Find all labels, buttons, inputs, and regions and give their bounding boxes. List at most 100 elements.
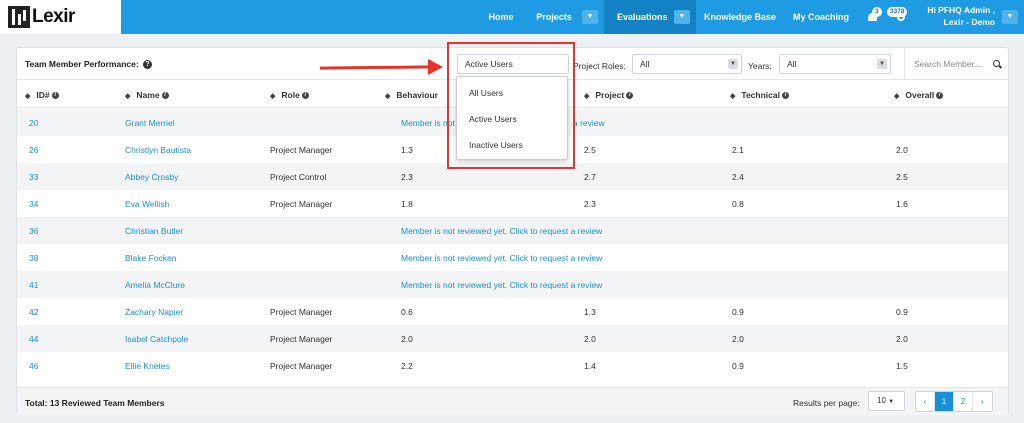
sort-icon: ◆ xyxy=(125,93,131,100)
request-review-link[interactable]: Member is not reviewed yet. Click to req… xyxy=(401,226,602,236)
technical-score: 2.4 xyxy=(732,172,744,182)
request-review-link-tail[interactable]: a review xyxy=(573,118,605,128)
technical-score: 0.8 xyxy=(732,199,744,209)
project-score: 2.7 xyxy=(584,172,596,182)
column-header-technical[interactable]: ◆ Technical i xyxy=(730,90,789,100)
search-placeholder: Search Member... xyxy=(914,59,982,69)
projects-chevron-down-icon[interactable]: ▼ xyxy=(582,10,598,24)
project-roles-label: Project Roles: xyxy=(573,61,626,71)
evaluations-chevron-down-icon[interactable]: ▼ xyxy=(674,10,690,24)
results-per-page-select[interactable]: 10 ▼ xyxy=(868,391,905,411)
info-icon: i xyxy=(936,92,944,100)
info-icon: i xyxy=(51,92,59,100)
panel-title-text: Team Member Performance: xyxy=(25,59,139,69)
member-name-link[interactable]: Christlyn Bautista xyxy=(125,145,191,155)
member-role: Project Manager xyxy=(270,145,333,155)
column-header-behaviour[interactable]: ◆ Behaviour xyxy=(385,90,438,100)
member-id-link[interactable]: 34 xyxy=(29,199,38,209)
column-header-behaviour-label: Behaviour xyxy=(396,90,438,100)
lexir-logo[interactable]: Lexir xyxy=(0,0,121,34)
info-icon: i xyxy=(301,92,309,100)
settings-icon[interactable] xyxy=(897,13,905,21)
search-member-input[interactable]: Search Member... xyxy=(904,48,1008,79)
member-id-link[interactable]: 46 xyxy=(29,361,38,371)
prev-page-chevron-left-icon[interactable]: ‹ xyxy=(916,392,935,411)
logo-text: Lexir xyxy=(32,6,75,27)
sort-icon: ◆ xyxy=(25,93,31,100)
table-row: 34 Eva Wellish Project Manager 1.8 2.3 0… xyxy=(17,190,1008,217)
nav-my-coaching[interactable]: My Coaching xyxy=(786,0,856,34)
info-icon: i xyxy=(626,92,634,100)
years-label: Years: xyxy=(748,61,772,71)
member-id-link[interactable]: 44 xyxy=(29,334,38,344)
search-icon[interactable] xyxy=(993,60,1000,67)
member-id-link[interactable]: 33 xyxy=(29,172,38,182)
member-id-link[interactable]: 26 xyxy=(29,145,38,155)
request-review-link[interactable]: Member is not reviewed yet. Click to req… xyxy=(401,280,602,290)
overall-score: 0.9 xyxy=(896,307,908,317)
member-name-link[interactable]: Eva Wellish xyxy=(125,199,169,209)
user-greeting[interactable]: Hi PFHQ Admin , Lexir - Demo xyxy=(915,4,995,28)
member-name-link[interactable]: Zachary Napier xyxy=(125,307,183,317)
member-id-link[interactable]: 20 xyxy=(29,118,38,128)
member-name-link[interactable]: Ellie Knetes xyxy=(125,361,170,371)
page-1-button[interactable]: 1 xyxy=(935,392,954,411)
project-score: 2.5 xyxy=(584,145,596,155)
project-score: 2.0 xyxy=(584,334,596,344)
member-id-link[interactable]: 38 xyxy=(29,253,38,263)
nav-projects[interactable]: Projects xyxy=(530,0,578,34)
table-row: 44 Isabel Catchpole Project Manager 2.0 … xyxy=(17,325,1008,352)
nav-knowledge-base[interactable]: Knowledge Base xyxy=(700,0,780,34)
page-2-button[interactable]: 2 xyxy=(954,392,973,411)
technical-score: 2.0 xyxy=(732,334,744,344)
behaviour-score: 0.6 xyxy=(401,307,413,317)
column-header-project[interactable]: ◆ Project i xyxy=(584,90,634,100)
member-name-link[interactable]: Christian Butler xyxy=(125,226,183,236)
member-name-link[interactable]: Abbey Crosby xyxy=(125,172,178,182)
caret-down-icon: ▼ xyxy=(888,399,895,405)
member-name-link[interactable]: Amelia McClure xyxy=(125,280,185,290)
member-id-link[interactable]: 42 xyxy=(29,307,38,317)
member-role: Project Manager xyxy=(270,199,333,209)
member-name-link[interactable]: Grant Merriel xyxy=(125,118,175,128)
technical-score: 0.9 xyxy=(732,361,744,371)
column-header-name-label: Name xyxy=(136,90,160,100)
member-name-link[interactable]: Blake Focken xyxy=(125,253,177,263)
sort-icon: ◆ xyxy=(270,93,276,100)
help-icon[interactable]: ? xyxy=(143,60,153,70)
years-value: All xyxy=(787,59,797,69)
sort-icon: ◆ xyxy=(730,93,736,100)
technical-score: 2.1 xyxy=(732,145,744,155)
notifications-badge: 3 xyxy=(872,7,882,17)
results-per-page-label: Results per page: xyxy=(793,398,860,408)
greeting-line-1: Hi PFHQ Admin , xyxy=(927,5,995,15)
behaviour-score: 2.0 xyxy=(401,334,413,344)
member-role: Project Manager xyxy=(270,334,333,344)
project-score: 2.3 xyxy=(584,199,596,209)
highlight-callout-box xyxy=(447,42,575,169)
nav-evaluations-label: Evaluations xyxy=(617,12,668,22)
next-page-chevron-right-icon[interactable]: › xyxy=(973,392,992,411)
member-name-link[interactable]: Isabel Catchpole xyxy=(125,334,188,344)
sort-icon: ◆ xyxy=(385,93,391,100)
sort-icon: ◆ xyxy=(894,93,900,100)
column-header-id[interactable]: ◆ ID# i xyxy=(25,90,59,100)
table-row: 38 Blake Focken Member is not reviewed y… xyxy=(17,244,1008,271)
member-id-link[interactable]: 41 xyxy=(29,280,38,290)
column-header-role[interactable]: ◆ Role i xyxy=(270,90,309,100)
column-header-name[interactable]: ◆ Name i xyxy=(125,90,169,100)
years-select[interactable]: All ▼ xyxy=(779,54,891,74)
overall-score: 1.5 xyxy=(896,361,908,371)
nav-home[interactable]: Home xyxy=(478,0,524,34)
project-roles-select[interactable]: All ▼ xyxy=(632,54,742,74)
logo-mark-icon xyxy=(8,6,30,28)
chevron-down-icon: ▼ xyxy=(877,59,887,69)
behaviour-score: 1.8 xyxy=(401,199,413,209)
total-count: Total: 13 Reviewed Team Members xyxy=(25,398,165,408)
pagination: ‹ 1 2 › xyxy=(915,391,993,412)
member-id-link[interactable]: 36 xyxy=(29,226,38,236)
user-menu-chevron-down-icon[interactable]: ▼ xyxy=(1002,10,1018,24)
column-header-overall[interactable]: ◆ Overall i xyxy=(894,90,944,100)
request-review-link[interactable]: Member is not reviewed yet. Click to req… xyxy=(401,253,602,263)
top-nav-bar: Lexir Home Projects ▼ Evaluations ▼ Know… xyxy=(0,0,1024,34)
